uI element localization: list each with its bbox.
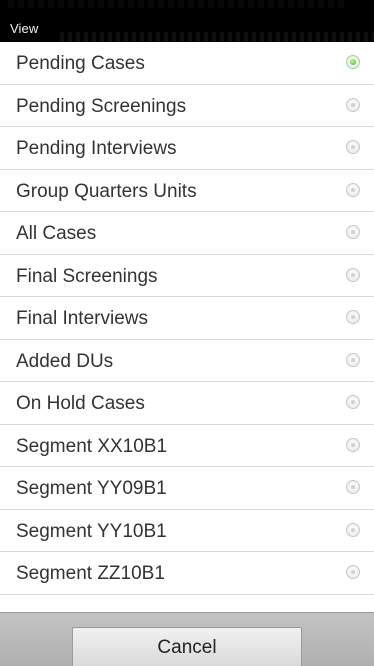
header-ghost-text	[8, 0, 348, 8]
radio-button[interactable]	[346, 97, 360, 112]
header-decoration	[60, 32, 374, 42]
list-item[interactable]: Pending Cases	[0, 42, 374, 85]
view-options-list: Pending Cases Pending Screenings Pending…	[0, 42, 374, 612]
option-label: Pending Cases	[16, 53, 145, 74]
dialog-footer: Cancel	[0, 612, 374, 666]
radio-button[interactable]	[346, 480, 360, 494]
option-label: Final Screenings	[16, 265, 158, 287]
radio-button[interactable]	[346, 140, 360, 154]
view-dialog: View Pending Cases Pending Screenings Pe…	[0, 0, 374, 666]
radio-button[interactable]	[346, 310, 360, 324]
radio-button[interactable]	[346, 437, 360, 452]
option-label: On Hold Cases	[16, 393, 145, 414]
option-label: Added DUs	[16, 350, 114, 372]
list-item[interactable]: All Cases	[0, 212, 374, 255]
radio-button[interactable]	[346, 395, 360, 409]
radio-button[interactable]	[346, 565, 360, 579]
option-label: Segment XX10B1	[16, 435, 168, 457]
list-item[interactable]: Segment ZZ10B1	[0, 552, 374, 595]
list-item[interactable]: Segment YY10B1	[0, 510, 374, 552]
option-label: Segment YY09B1	[16, 478, 167, 499]
list-item[interactable]: Segment YY09B1	[0, 467, 374, 510]
option-label: Final Interviews	[16, 308, 148, 329]
radio-button[interactable]	[346, 522, 360, 537]
list-item[interactable]: Final Interviews	[0, 297, 374, 340]
list-item[interactable]: Pending Screenings	[0, 85, 374, 127]
radio-button[interactable]	[346, 225, 360, 239]
cancel-button[interactable]: Cancel	[72, 627, 302, 666]
radio-button[interactable]	[346, 267, 360, 282]
option-label: Segment ZZ10B1	[16, 563, 165, 584]
list-item[interactable]: Group Quarters Units	[0, 170, 374, 212]
dialog-header: View	[0, 0, 374, 42]
radio-button[interactable]	[346, 352, 360, 367]
radio-button[interactable]	[346, 182, 360, 197]
option-label: Pending Interviews	[16, 138, 177, 159]
radio-button[interactable]	[346, 55, 360, 69]
option-label: Group Quarters Units	[16, 180, 197, 202]
list-item[interactable]: Segment XX10B1	[0, 425, 374, 467]
option-label: Segment YY10B1	[16, 520, 167, 542]
list-item[interactable]: On Hold Cases	[0, 382, 374, 425]
option-label: Pending Screenings	[16, 95, 187, 117]
list-item[interactable]: Added DUs	[0, 340, 374, 382]
dialog-title: View	[10, 21, 39, 36]
list-item[interactable]: Pending Interviews	[0, 127, 374, 170]
list-item[interactable]: Final Screenings	[0, 255, 374, 297]
option-label: All Cases	[16, 223, 97, 244]
